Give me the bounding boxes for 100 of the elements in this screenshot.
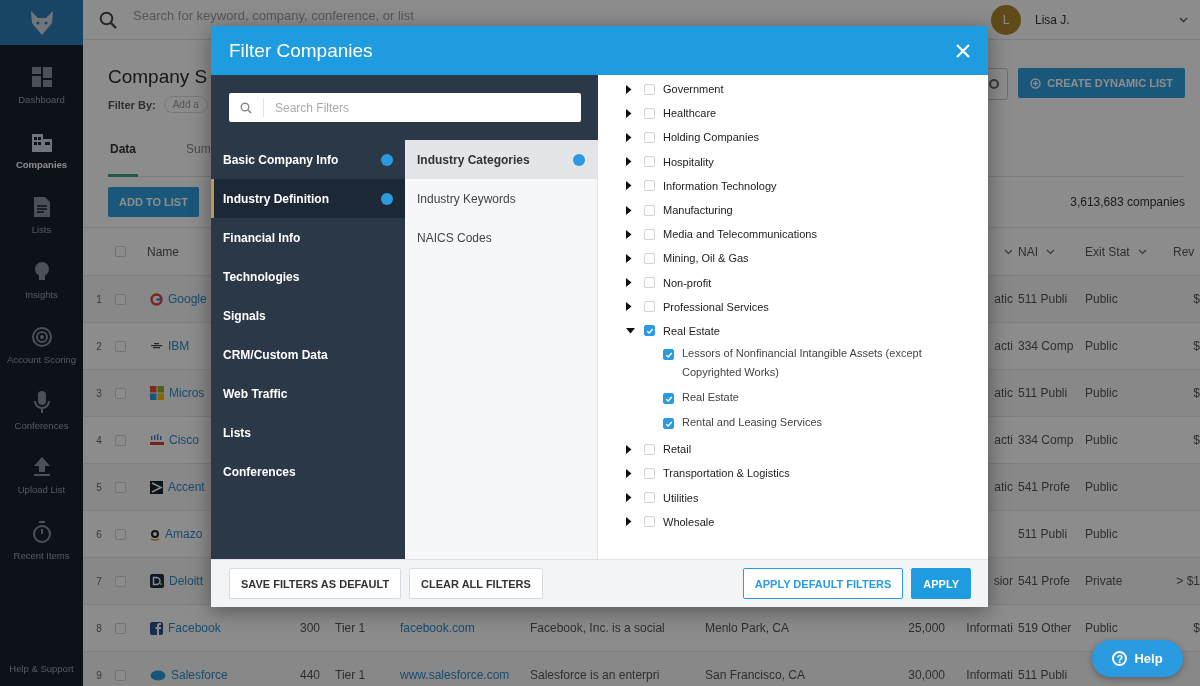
- industry-label[interactable]: Information Technology: [663, 179, 777, 192]
- checkbox[interactable]: [115, 434, 126, 446]
- caret-right-icon[interactable]: [626, 108, 632, 118]
- caret-right-icon[interactable]: [626, 302, 632, 312]
- filter-category[interactable]: Industry Keywords: [405, 179, 597, 218]
- column-header[interactable]: Exit Stat: [1085, 244, 1130, 259]
- industry-label[interactable]: Utilities: [663, 491, 699, 504]
- filter-category[interactable]: Basic Company Info: [211, 140, 405, 179]
- close-icon[interactable]: [956, 43, 970, 58]
- caret-icon[interactable]: [1137, 248, 1147, 255]
- filter-category[interactable]: NAICS Codes: [405, 218, 597, 257]
- checkbox[interactable]: [644, 131, 655, 143]
- table-cell: Private: [1085, 574, 1123, 588]
- industry-label[interactable]: Transportation & Logistics: [663, 467, 790, 480]
- checkbox[interactable]: [644, 492, 655, 504]
- caret-right-icon[interactable]: [626, 278, 632, 288]
- table-cell: 440: [299, 668, 320, 682]
- checkbox[interactable]: [644, 301, 655, 313]
- caret-right-icon[interactable]: [626, 253, 632, 263]
- checkbox[interactable]: [644, 228, 655, 240]
- checkbox[interactable]: [115, 669, 126, 681]
- column-header[interactable]: Name: [147, 244, 179, 259]
- industry-label[interactable]: Mining, Oil & Gas: [663, 252, 749, 265]
- industry-label[interactable]: Wholesale: [663, 515, 715, 528]
- caret-icon[interactable]: [1004, 248, 1013, 255]
- checkbox[interactable]: [115, 246, 126, 257]
- column-header[interactable]: NAI: [1018, 244, 1038, 259]
- help-button[interactable]: ? Help: [1092, 640, 1183, 677]
- caret-right-icon[interactable]: [626, 84, 632, 94]
- table-cell: 511 Publi: [1018, 386, 1068, 400]
- checkbox[interactable]: [115, 481, 126, 493]
- checkbox[interactable]: [644, 467, 655, 479]
- apply-button[interactable]: APPLY: [911, 568, 971, 599]
- industry-label[interactable]: Real Estate: [682, 388, 937, 408]
- caret-right-icon[interactable]: [626, 444, 632, 454]
- filter-category[interactable]: CRM/Custom Data: [211, 335, 405, 374]
- caret-right-icon[interactable]: [626, 205, 632, 215]
- company-logo-icon: [150, 434, 164, 446]
- caret-right-icon[interactable]: [626, 181, 632, 191]
- footer-button[interactable]: SAVE FILTERS AS DEFAULT: [229, 568, 402, 599]
- lightbulb-icon: [32, 261, 51, 283]
- filter-category[interactable]: Signals: [211, 296, 405, 335]
- checkbox[interactable]: [644, 443, 655, 455]
- checkbox[interactable]: [644, 107, 655, 119]
- checkbox[interactable]: [644, 204, 655, 216]
- filter-category[interactable]: Financial Info: [211, 218, 405, 257]
- column-header[interactable]: Rev: [1173, 244, 1195, 259]
- checkbox[interactable]: [644, 277, 655, 289]
- footer-button[interactable]: APPLY DEFAULT FILTERS: [742, 568, 904, 599]
- checkbox[interactable]: [115, 293, 126, 305]
- caret-right-icon[interactable]: [626, 229, 632, 239]
- industry-label[interactable]: Non-profit: [663, 276, 712, 289]
- industry-label[interactable]: Media and Telecommunications: [663, 228, 817, 241]
- filter-category[interactable]: Technologies: [211, 257, 405, 296]
- caret-right-icon[interactable]: [626, 132, 632, 142]
- nav-item[interactable]: Companies: [0, 118, 83, 183]
- caret-right-icon[interactable]: [626, 157, 632, 167]
- checkbox[interactable]: [644, 325, 655, 337]
- industry-label[interactable]: Healthcare: [663, 107, 717, 120]
- checkbox[interactable]: [115, 340, 126, 352]
- checkbox[interactable]: [115, 575, 126, 587]
- industry-label[interactable]: Government: [663, 83, 724, 96]
- table-cell: acti: [994, 433, 1013, 447]
- checkbox[interactable]: [663, 349, 674, 361]
- caret-icon[interactable]: [1046, 248, 1055, 255]
- filter-category[interactable]: Conferences: [211, 452, 405, 491]
- tab[interactable]: Data: [108, 124, 138, 177]
- caret-right-icon[interactable]: [626, 493, 632, 503]
- industry-label[interactable]: Manufacturing: [663, 204, 733, 217]
- row-number: 5: [96, 481, 102, 493]
- table-cell: $: [1193, 621, 1200, 635]
- checkbox[interactable]: [663, 393, 674, 405]
- footer-button[interactable]: CLEAR ALL FILTERS: [409, 568, 543, 599]
- filter-category[interactable]: Industry Categories: [405, 140, 597, 179]
- industry-label[interactable]: Professional Services: [663, 300, 769, 313]
- search-field[interactable]: Search Filters: [229, 93, 581, 122]
- checkbox[interactable]: [644, 252, 655, 264]
- filter-category[interactable]: Web Traffic: [211, 374, 405, 413]
- checkbox[interactable]: [115, 622, 126, 634]
- checkbox[interactable]: [644, 83, 655, 95]
- checkbox[interactable]: [644, 156, 655, 168]
- caret-down-icon[interactable]: [626, 327, 635, 334]
- industry-label[interactable]: Lessors of Nonfinancial Intangible Assets (except Copyrighted Works): [682, 344, 937, 383]
- industry-label[interactable]: Rental and Leasing Services: [682, 413, 937, 433]
- table-cell: Public: [1085, 480, 1118, 494]
- checkbox[interactable]: [115, 528, 126, 540]
- industry-label[interactable]: Holding Companies: [663, 131, 759, 144]
- industry-label[interactable]: Real Estate: [663, 324, 720, 337]
- filter-category[interactable]: Lists: [211, 413, 405, 452]
- table-cell: 30,000: [908, 668, 945, 682]
- caret-right-icon[interactable]: [626, 468, 632, 478]
- caret-icon[interactable]: [1179, 16, 1188, 23]
- industry-label[interactable]: Retail: [663, 443, 692, 456]
- caret-right-icon[interactable]: [626, 517, 632, 527]
- checkbox[interactable]: [644, 180, 655, 192]
- industry-label[interactable]: Hospitality: [663, 155, 714, 168]
- filter-category[interactable]: Industry Definition: [211, 179, 405, 218]
- checkbox[interactable]: [663, 418, 674, 430]
- checkbox[interactable]: [115, 387, 126, 399]
- checkbox[interactable]: [644, 516, 655, 528]
